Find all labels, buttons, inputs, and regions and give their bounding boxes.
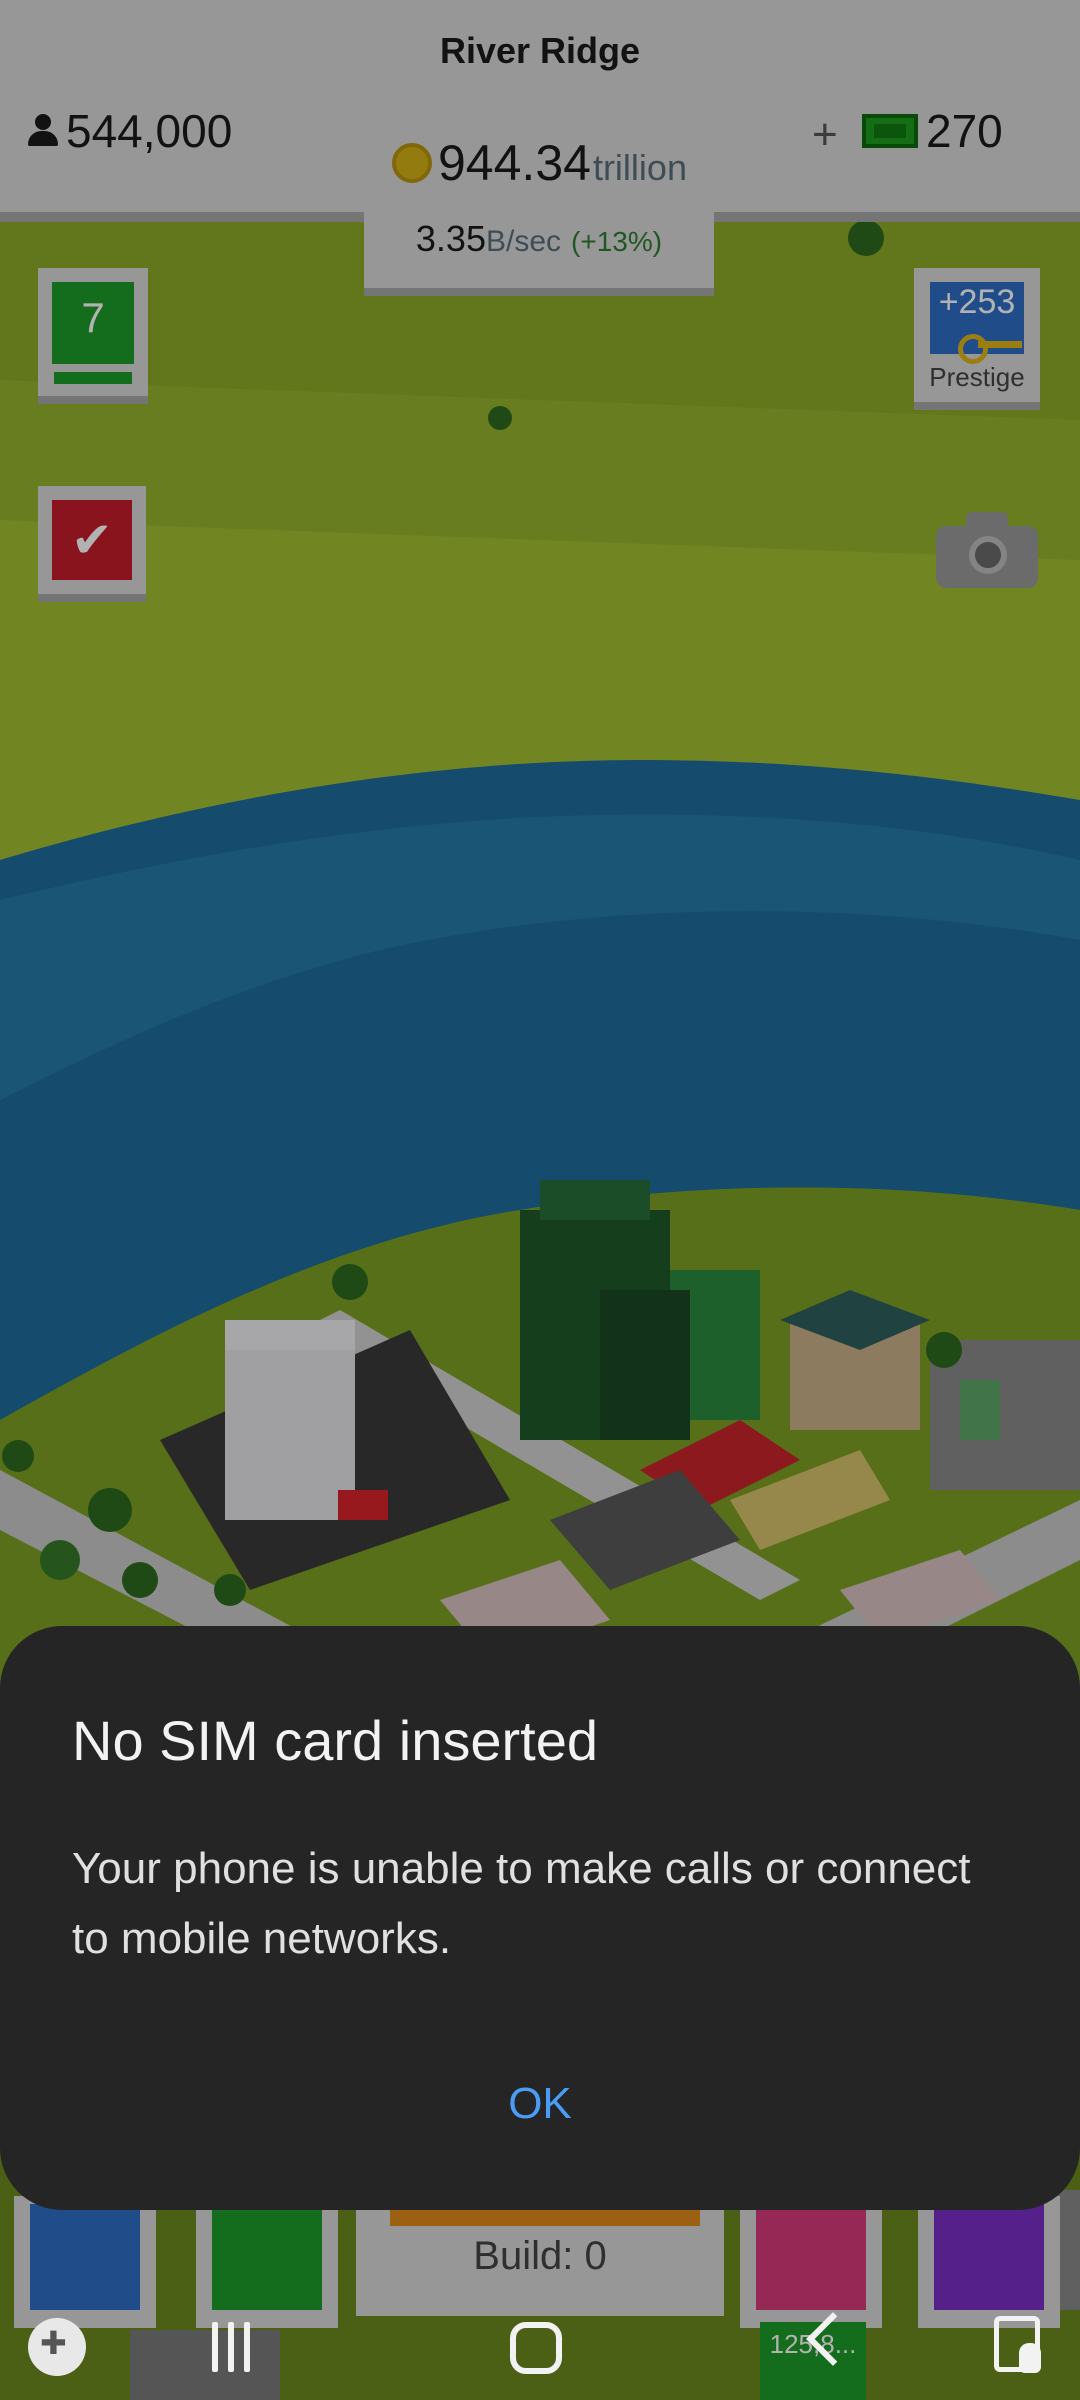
- accessibility-icon: [994, 2316, 1041, 2373]
- accessibility-button[interactable]: [958, 2286, 1078, 2400]
- navigation-bar: [0, 2286, 1080, 2400]
- dialog-message: Your phone is unable to make calls or co…: [72, 1844, 971, 1963]
- recent-apps-button[interactable]: [174, 2286, 294, 2400]
- no-sim-dialog: No SIM card inserted Your phone is unabl…: [0, 1626, 1080, 2210]
- gamepad-icon: [28, 2318, 86, 2376]
- back-button[interactable]: [780, 2286, 900, 2400]
- back-icon: [806, 2312, 860, 2366]
- recents-icon: [208, 2322, 256, 2372]
- home-icon: [510, 2322, 562, 2374]
- game-launcher-button[interactable]: [0, 2286, 120, 2400]
- ok-button[interactable]: OK: [430, 2056, 650, 2152]
- dialog-title: No SIM card inserted: [72, 1709, 598, 1772]
- home-button[interactable]: [476, 2286, 596, 2400]
